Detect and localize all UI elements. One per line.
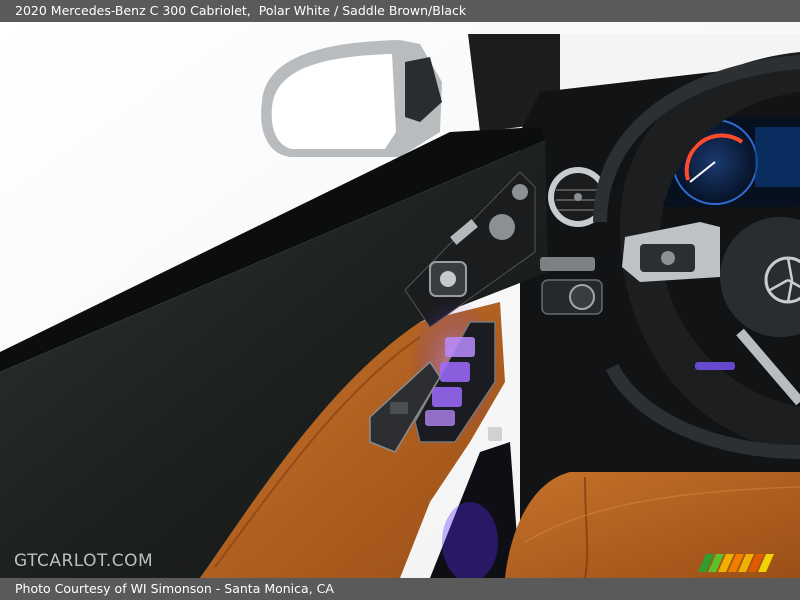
gtcarlot-stripes-logo-icon bbox=[698, 554, 774, 572]
car-interior-photo bbox=[0, 22, 800, 578]
vehicle-colors: Polar White / Saddle Brown/Black bbox=[258, 3, 467, 18]
photo-credit: Photo Courtesy of WI Simonson - Santa Mo… bbox=[15, 581, 334, 596]
title-bar: 2020 Mercedes-Benz C 300 Cabriolet, Pola… bbox=[0, 0, 800, 22]
vehicle-name: 2020 Mercedes-Benz C 300 Cabriolet, bbox=[15, 3, 251, 18]
vehicle-title: 2020 Mercedes-Benz C 300 Cabriolet, Pola… bbox=[15, 0, 466, 22]
site-watermark: GTCARLOT.COM bbox=[14, 551, 154, 571]
photo-credit-bar: Photo Courtesy of WI Simonson - Santa Mo… bbox=[0, 578, 800, 600]
